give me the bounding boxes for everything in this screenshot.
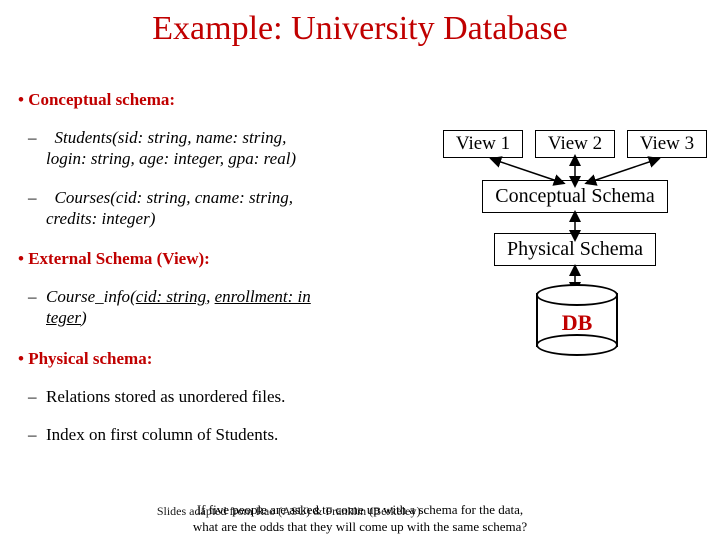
external-item-1: –Course_info(cid: string, enrollment: in… (46, 286, 438, 329)
external-heading: • External Schema (View): (18, 249, 438, 269)
footer-text: If five people are asked to come up with… (0, 502, 720, 536)
body-content: • Conceptual schema: – Students(sid: str… (18, 90, 438, 465)
db-label: DB (536, 310, 618, 336)
view-2-box: View 2 (535, 130, 615, 158)
conceptual-section: • Conceptual schema: – Students(sid: str… (18, 90, 438, 229)
physical-section: • Physical schema: –Relations stored as … (18, 349, 438, 446)
physical-item-2: –Index on first column of Students. (46, 424, 438, 445)
view-1-box: View 1 (443, 130, 523, 158)
slide-title: Example: University Database (0, 10, 720, 48)
view-3-box: View 3 (627, 130, 707, 158)
physical-heading: • Physical schema: (18, 349, 438, 369)
external-section: • External Schema (View): –Course_info(c… (18, 249, 438, 329)
conceptual-item-2: – Courses(cid: string, cname: string,cre… (46, 187, 438, 230)
physical-schema-box: Physical Schema (494, 233, 656, 266)
views-row: View 1 View 2 View 3 (440, 130, 710, 158)
conceptual-item-1: – Students(sid: string, name: string,log… (46, 127, 438, 170)
conceptual-schema-box: Conceptual Schema (482, 180, 667, 213)
schema-diagram: View 1 View 2 View 3 Conceptual Schema P… (440, 130, 710, 356)
db-cylinder-icon: DB (536, 284, 614, 356)
conceptual-heading: • Conceptual schema: (18, 90, 438, 110)
physical-item-1: –Relations stored as unordered files. (46, 386, 438, 407)
